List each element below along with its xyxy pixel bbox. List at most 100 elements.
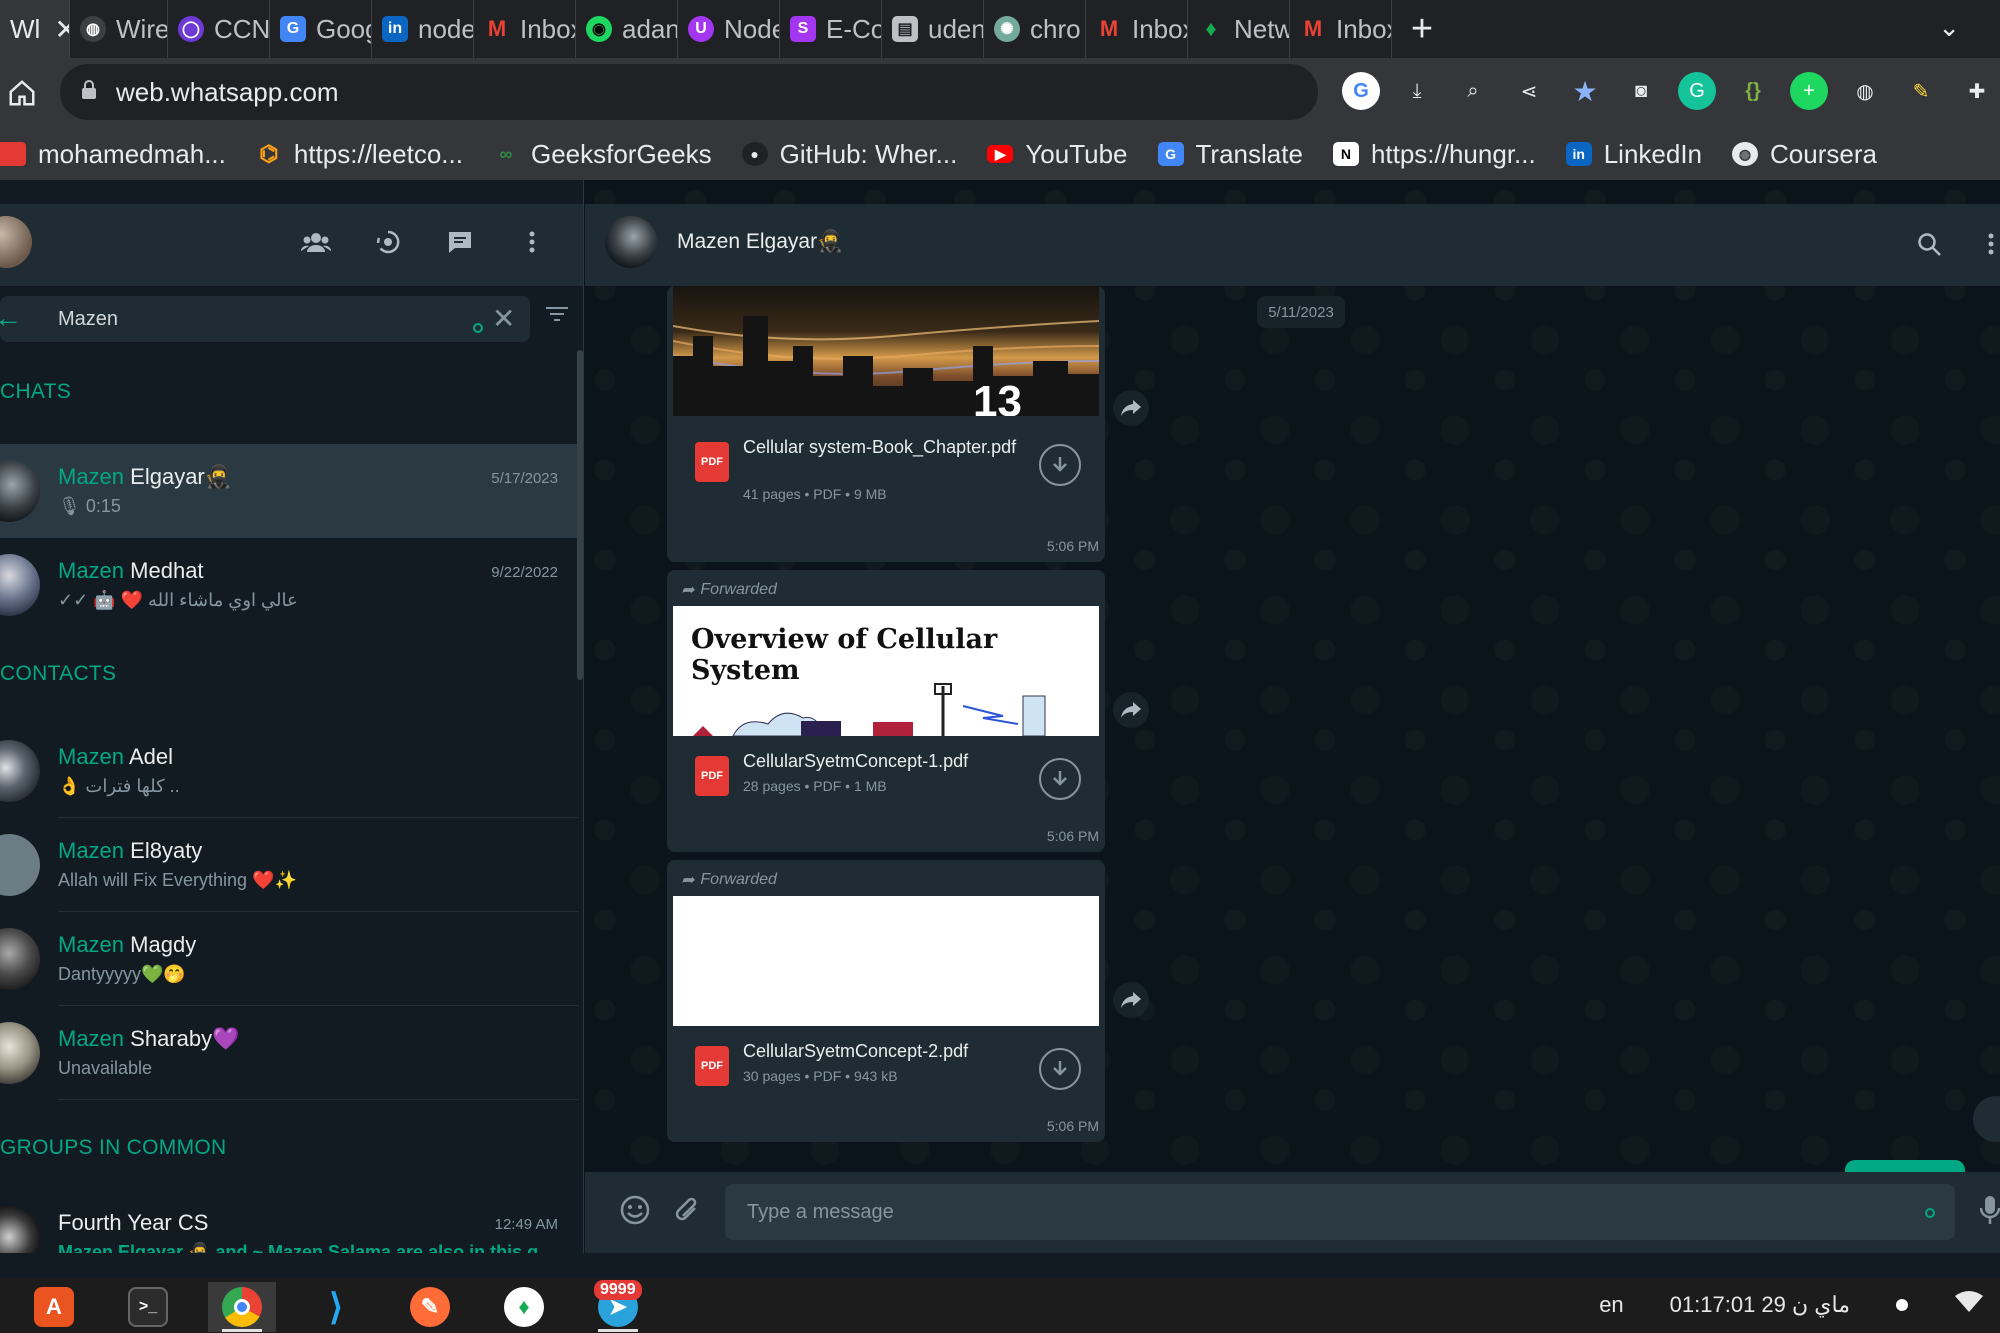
tab-wireless[interactable]: ◍ Wirel	[70, 0, 168, 58]
download-icon[interactable]	[1039, 758, 1081, 800]
menu-dots-icon[interactable]	[1987, 232, 1995, 261]
chrome-app[interactable]	[208, 1282, 276, 1332]
lock-icon[interactable]	[80, 79, 98, 106]
contact-row-mazen-magdy[interactable]: Mazen Magdy Dantyyyyy💚🤭	[0, 912, 578, 1006]
address-bar[interactable]: web.whatsapp.com	[60, 64, 1318, 120]
vscode-app[interactable]: ⟩	[302, 1282, 370, 1332]
back-arrow-icon[interactable]: ←	[0, 302, 22, 334]
chat-row-mazen-medhat[interactable]: Mazen Medhat 9/22/2022 ✓✓ 🤖 ❤️ عالي اوي …	[0, 538, 578, 632]
tab-google-translate[interactable]: G Goog	[270, 0, 372, 58]
notification-dot-icon[interactable]	[1896, 1299, 1908, 1311]
os-taskbar: A >_ ⟩ ✎ ♦ ➤ 9999 en 01:17:01 29 ماي ن	[0, 1278, 2000, 1333]
document-thumbnail[interactable]: Overview of Cellular System	[673, 606, 1099, 736]
tab-whatsapp[interactable]: Wl ✕	[0, 0, 70, 58]
status-icon[interactable]	[372, 226, 404, 258]
search-input[interactable]	[58, 296, 458, 342]
contact-row-mazen-el8yaty[interactable]: Mazen El8yaty Allah will Fix Everything …	[0, 818, 578, 912]
tab-search-chevron-icon[interactable]: ⌄	[1938, 12, 1960, 43]
search-icon[interactable]	[1917, 232, 1943, 263]
file-attachment[interactable]: PDF CellularSyetmConcept-1.pdf 28 pages …	[673, 736, 1099, 824]
tab-udemy-doc[interactable]: ▤ uden	[882, 0, 984, 58]
download-icon[interactable]	[1039, 1048, 1081, 1090]
keyboard-language[interactable]: en	[1599, 1292, 1623, 1318]
share-icon[interactable]: ⋖	[1510, 72, 1548, 110]
document-thumbnail[interactable]: 13	[673, 286, 1099, 416]
bookmark-item[interactable]: ⌬ https://leetco...	[256, 139, 463, 170]
tab-network[interactable]: ♦ Netw	[1188, 0, 1290, 58]
tab-node-udemy[interactable]: U Node	[678, 0, 780, 58]
home-icon[interactable]	[2, 73, 42, 113]
document-message[interactable]: ➦ Forwarded Overview of Cellular System	[667, 570, 1105, 852]
conversation-header[interactable]: Mazen Elgayar🥷	[585, 204, 2000, 286]
bookmark-item[interactable]: in LinkedIn	[1565, 139, 1702, 170]
new-tab-button[interactable]: +	[1392, 0, 1452, 58]
extensions-puzzle-icon[interactable]: ✚	[1958, 72, 1996, 110]
contact-row-mazen-sharaby[interactable]: Mazen Sharaby💜 Unavailable	[0, 1006, 578, 1100]
emoji-icon[interactable]	[619, 1194, 651, 1231]
software-center-app[interactable]: A	[20, 1282, 88, 1332]
bookmark-item[interactable]: mohamedmah...	[0, 139, 226, 170]
chat-list-scrollbar[interactable]	[577, 350, 583, 680]
contact-row-mazen-adel[interactable]: Mazen Adel 👌 كلها فترات ..	[0, 724, 578, 818]
chat-row-mazen-elgayar[interactable]: Mazen Elgayar🥷 5/17/2023 🎙 0:15	[0, 444, 578, 538]
bookmark-item[interactable]: ◍ Coursera	[1732, 139, 1877, 170]
forward-share-icon[interactable]	[1113, 982, 1149, 1018]
contact-name[interactable]: Mazen Elgayar🥷	[677, 230, 843, 254]
chat-name: Mazen Medhat	[58, 558, 204, 583]
globe-extension-icon[interactable]: ◍	[1846, 72, 1884, 110]
document-message[interactable]: ➦ Forwarded PDF CellularSyetmConcept-2.p…	[667, 860, 1105, 1142]
document-message[interactable]: 13 PDF Cellular system-Book_Chapter.pdf …	[667, 286, 1105, 562]
bookmark-item[interactable]: N https://hungr...	[1332, 139, 1536, 170]
pdf-icon: PDF	[695, 1046, 729, 1086]
grammarly-dot-icon[interactable]	[473, 323, 483, 333]
bookmark-item[interactable]: ● GitHub: Wher...	[741, 139, 957, 170]
terminal-app[interactable]: >_	[114, 1282, 182, 1332]
contact-avatar[interactable]	[605, 216, 657, 268]
tab-inbox-3[interactable]: M Inbox	[1290, 0, 1392, 58]
highlighter-extension-icon[interactable]: ✎	[1902, 72, 1940, 110]
wifi-icon[interactable]	[1954, 1290, 1984, 1320]
document-thumbnail[interactable]	[673, 896, 1099, 1026]
tab-inbox-2[interactable]: M Inbox	[1086, 0, 1188, 58]
communities-icon[interactable]	[300, 226, 332, 258]
forwarded-arrow-icon: ➦	[681, 582, 695, 599]
add-extension-icon[interactable]: +	[1790, 72, 1828, 110]
zoom-icon[interactable]: ⌕	[1454, 72, 1492, 110]
bookmark-item[interactable]: ▶ YouTube	[987, 139, 1128, 170]
clock[interactable]: 01:17:01 29 ماي ن	[1670, 1292, 1850, 1318]
forward-share-icon[interactable]	[1113, 692, 1149, 728]
tab-ccna[interactable]: ◯ CCNA	[168, 0, 270, 58]
postman-app[interactable]: ✎	[396, 1282, 464, 1332]
tab-inbox-1[interactable]: M Inbox	[474, 0, 576, 58]
whatsapp-app: ← ✕ CHATS Mazen Elgayar🥷 5/17/2023 🎙 0:1…	[0, 180, 2000, 1278]
google-icon[interactable]: G	[1342, 72, 1380, 110]
install-app-icon[interactable]: ⤓	[1398, 72, 1436, 110]
tab-adan[interactable]: ◉ adan	[576, 0, 678, 58]
tab-node-linkedin[interactable]: in node	[372, 0, 474, 58]
new-chat-icon[interactable]	[444, 226, 476, 258]
forward-share-icon[interactable]	[1113, 390, 1149, 426]
mongodb-compass-app[interactable]: ♦	[490, 1282, 558, 1332]
tab-chrome[interactable]: ✺ chro	[984, 0, 1086, 58]
file-attachment[interactable]: PDF CellularSyetmConcept-2.pdf 30 pages …	[673, 1026, 1099, 1114]
close-tab-icon[interactable]: ✕	[54, 13, 69, 46]
grammarly-icon[interactable]: G	[1678, 72, 1716, 110]
bookmark-item[interactable]: G Translate	[1157, 139, 1303, 170]
clear-search-icon[interactable]: ✕	[492, 302, 515, 335]
url-text[interactable]: web.whatsapp.com	[116, 77, 339, 108]
bookmark-item[interactable]: ∞ GeeksforGeeks	[493, 139, 712, 170]
microphone-icon[interactable]	[1979, 1194, 2000, 1231]
bookmark-star-icon[interactable]: ★	[1566, 72, 1604, 110]
tab-ecommerce[interactable]: S E-Co	[780, 0, 882, 58]
camera-extension-icon[interactable]: ◙	[1622, 72, 1660, 110]
grammarly-dot-icon[interactable]	[1925, 1208, 1935, 1218]
paperclip-icon[interactable]	[673, 1194, 701, 1231]
message-input[interactable]	[725, 1184, 1955, 1240]
my-avatar[interactable]	[0, 216, 32, 268]
file-attachment[interactable]: PDF Cellular system-Book_Chapter.pdf 41 …	[673, 422, 1099, 510]
menu-dots-icon[interactable]	[516, 226, 548, 258]
filter-icon[interactable]	[546, 306, 568, 327]
download-icon[interactable]	[1039, 444, 1081, 486]
telegram-app[interactable]: ➤ 9999	[584, 1280, 652, 1332]
json-extension-icon[interactable]: {}	[1734, 72, 1772, 110]
